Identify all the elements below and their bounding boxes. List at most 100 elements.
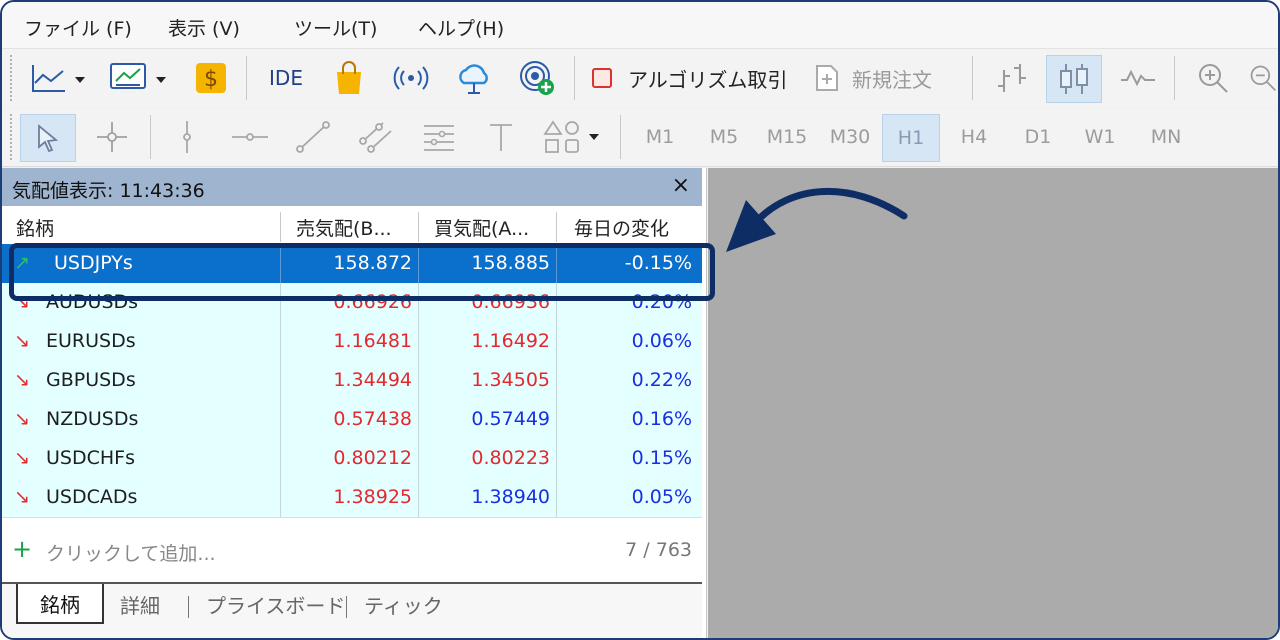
text-tool-button[interactable]: [476, 114, 526, 160]
zoom-in-button[interactable]: [1188, 55, 1238, 101]
text-icon: [490, 124, 512, 151]
shapes-button[interactable]: [538, 114, 608, 160]
crosshair-button[interactable]: [86, 114, 138, 160]
fibonacci-button[interactable]: [414, 114, 464, 160]
shapes-icon: [543, 120, 599, 153]
column-divider[interactable]: [418, 212, 419, 242]
column-divider[interactable]: [280, 212, 281, 242]
trendline-icon: [296, 121, 330, 153]
crosshair-icon: [97, 122, 127, 152]
toolbar-grip[interactable]: [10, 55, 16, 101]
cell-divider: [418, 478, 419, 517]
timeframe-h4[interactable]: H4: [948, 114, 1000, 160]
cell-divider: [418, 439, 419, 478]
timeframe-m1[interactable]: M1: [634, 114, 686, 160]
menu-tools[interactable]: ツール(T): [294, 14, 377, 41]
vps-button[interactable]: [512, 55, 564, 101]
algo-trading-button[interactable]: アルゴリズム取引: [590, 55, 790, 101]
timeframe-m30[interactable]: M30: [822, 114, 878, 160]
market-watch-panel: 気配値表示: 11:43:36 × 銘柄 売気配(B... 買気配(A... 毎…: [2, 168, 707, 638]
market-button[interactable]: $: [188, 55, 234, 101]
trend-down-icon: ↘: [14, 486, 30, 508]
chart-template-button[interactable]: [106, 55, 176, 101]
channel-button[interactable]: [350, 114, 402, 160]
timeframe-w1[interactable]: W1: [1074, 114, 1126, 160]
menu-help[interactable]: ヘルプ(H): [418, 14, 504, 41]
tab-ticks[interactable]: ティック: [364, 590, 443, 619]
toolbar-separator: [246, 56, 247, 100]
table-row-usdchfs[interactable]: ↘ USDCHFs 0.80212 0.80223 0.15%: [2, 439, 702, 479]
dollar-icon: $: [196, 63, 226, 93]
cloud-button[interactable]: [448, 55, 500, 101]
table-row-nzdusds[interactable]: ↘ NZDUSDs 0.57438 0.57449 0.16%: [2, 400, 702, 440]
bar-chart-icon: [998, 64, 1026, 92]
trend-down-icon: ↘: [14, 447, 30, 469]
timeframe-mn[interactable]: MN: [1138, 114, 1194, 160]
bid-price: 0.57438: [333, 408, 412, 430]
ide-label: IDE: [269, 66, 303, 90]
trendline-button[interactable]: [288, 114, 338, 160]
table-row-gbpusds[interactable]: ↘ GBPUSDs 1.34494 1.34505 0.22%: [2, 361, 702, 401]
tab-price-board[interactable]: プライスボード: [206, 590, 345, 619]
cloud-icon: [459, 64, 488, 94]
candlestick-button[interactable]: [1046, 55, 1102, 103]
trend-down-icon: ↘: [14, 330, 30, 352]
drawing-toolbar: M1 M5 M15 M30 H1 H4 D1 W1 MN: [2, 108, 1278, 167]
bid-price: 0.80212: [333, 447, 412, 469]
add-symbol-row[interactable]: + クリックして追加... 7 / 763: [2, 530, 702, 570]
market-bag-button[interactable]: [324, 55, 374, 101]
cell-divider: [556, 439, 557, 478]
column-header-bid[interactable]: 売気配(B...: [296, 214, 412, 241]
new-order-icon: [816, 65, 838, 91]
svg-text:$: $: [204, 67, 218, 92]
plus-icon: +: [12, 535, 33, 563]
ide-button[interactable]: IDE: [258, 55, 314, 101]
cursor-icon: [38, 124, 59, 153]
signal-icon: [393, 66, 429, 90]
vertical-line-button[interactable]: [162, 114, 212, 160]
cell-divider: [280, 478, 281, 517]
timeframe-m15[interactable]: M15: [758, 114, 816, 160]
timeframe-h1[interactable]: H1: [882, 114, 940, 162]
horizontal-line-button[interactable]: [224, 114, 276, 160]
candlestick-icon: [1060, 64, 1088, 94]
toolbar-separator: [1174, 56, 1175, 100]
vertical-line-icon: [183, 121, 191, 153]
cursor-button[interactable]: [20, 114, 76, 162]
line-chart-mode-button[interactable]: [1112, 55, 1164, 101]
tab-symbols[interactable]: 銘柄: [16, 584, 104, 624]
menu-view[interactable]: 表示 (V): [168, 14, 240, 41]
toolbar-grip[interactable]: [10, 114, 16, 160]
line-chart-button[interactable]: [26, 55, 96, 101]
daily-change: 0.15%: [631, 447, 692, 469]
signals-button[interactable]: [386, 55, 436, 101]
market-watch-titlebar[interactable]: 気配値表示: 11:43:36 ×: [2, 168, 702, 206]
column-header-symbol[interactable]: 銘柄: [16, 214, 266, 241]
bar-chart-button[interactable]: [986, 55, 1038, 101]
symbol-name: USDCHFs: [46, 447, 135, 469]
fibonacci-icon: [424, 125, 454, 151]
timeframe-d1[interactable]: D1: [1012, 114, 1064, 160]
table-row-usdcads[interactable]: ↘ USDCADs 1.38925 1.38940 0.05%: [2, 478, 702, 518]
close-icon[interactable]: ×: [672, 173, 690, 198]
ask-price: 0.80223: [471, 447, 550, 469]
shopping-bag-icon: [337, 61, 361, 94]
daily-change: 0.06%: [631, 330, 692, 352]
bid-price: 1.34494: [333, 369, 412, 391]
new-order-button[interactable]: 新規注文: [814, 55, 960, 101]
app-window: ファイル (F) 表示 (V) ツール(T) ヘルプ(H) $ IDE アルゴリ…: [0, 0, 1280, 640]
zoom-out-button[interactable]: [1248, 55, 1278, 101]
zoom-out-icon: [1250, 65, 1276, 91]
tab-details[interactable]: 詳細: [120, 590, 160, 619]
ask-price: 1.16492: [471, 330, 550, 352]
column-divider[interactable]: [556, 212, 557, 242]
column-header-daily-change[interactable]: 毎日の変化: [574, 214, 692, 241]
bid-price: 1.38925: [333, 486, 412, 508]
horizontal-line-icon: [232, 133, 268, 141]
symbol-name: USDCADs: [46, 486, 138, 508]
trend-down-icon: ↘: [14, 408, 30, 430]
menu-file[interactable]: ファイル (F): [24, 14, 132, 41]
column-header-ask[interactable]: 買気配(A...: [434, 214, 550, 241]
timeframe-m5[interactable]: M5: [698, 114, 750, 160]
table-row-eurusds[interactable]: ↘ EURUSDs 1.16481 1.16492 0.06%: [2, 322, 702, 362]
